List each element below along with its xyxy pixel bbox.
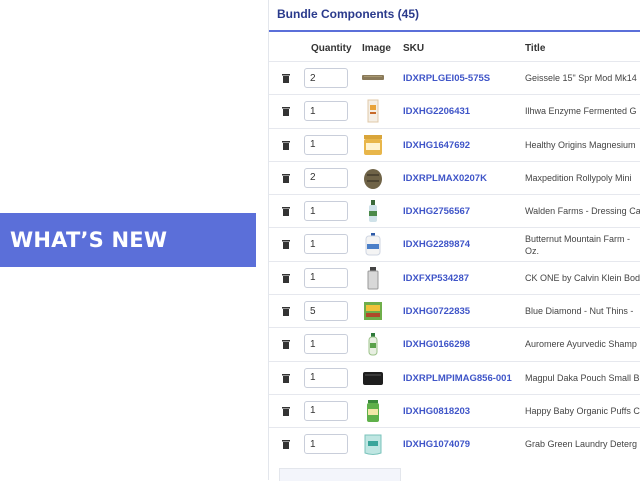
quantity-input[interactable] xyxy=(304,201,348,222)
sku-link[interactable]: IDXRPLMPIMAG856-001 xyxy=(403,373,512,384)
title-underline xyxy=(269,30,640,32)
trash-icon[interactable] xyxy=(282,140,290,150)
table-row: IDXRPLGEI05-575S Geissele 15" Spr Mod Mk… xyxy=(269,61,640,94)
quantity-input[interactable] xyxy=(304,101,348,122)
syrup-jug-icon xyxy=(365,233,381,256)
panel-footer-tab xyxy=(279,468,401,481)
dressing-bottle-icon xyxy=(369,200,377,223)
table-row: IDXFXP534287 CK ONE by Calvin Klein Bod xyxy=(269,260,640,294)
table-row: IDXHG2206431 Ilhwa Enzyme Fermented G xyxy=(269,94,640,127)
trash-icon[interactable] xyxy=(282,173,290,183)
components-table-body: IDXRPLGEI05-575S Geissele 15" Spr Mod Mk… xyxy=(269,61,640,461)
sku-link[interactable]: IDXHG1074079 xyxy=(403,439,470,450)
product-title: Happy Baby Organic Puffs C xyxy=(525,405,640,416)
quantity-input[interactable] xyxy=(304,234,348,255)
table-row: IDXHG1647692 Healthy Origins Magnesium xyxy=(269,127,640,161)
cracker-box-icon xyxy=(364,302,382,321)
trash-icon[interactable] xyxy=(282,74,290,83)
table-row: IDXRPLMPIMAG856-001 Magpul Daka Pouch Sm… xyxy=(269,360,640,394)
trash-icon[interactable] xyxy=(282,373,290,383)
trash-icon[interactable] xyxy=(282,207,290,217)
sku-link[interactable]: IDXRPLGEI05-575S xyxy=(403,73,490,84)
perfume-bottle-icon xyxy=(367,266,379,290)
sku-link[interactable]: IDXHG0818203 xyxy=(403,406,470,417)
column-header-title[interactable]: Title xyxy=(525,43,545,54)
product-title: Auromere Ayurvedic Shamp xyxy=(525,339,637,350)
table-row: IDXRPLMAX0207K Maxpedition Rollypoly Min… xyxy=(269,160,640,194)
table-row: IDXHG2756567 Walden Farms - Dressing Ca xyxy=(269,194,640,227)
table-row: IDXHG0166298 Auromere Ayurvedic Shamp xyxy=(269,327,640,360)
product-title: Magpul Daka Pouch Small B xyxy=(525,372,640,383)
quantity-input[interactable] xyxy=(304,400,348,421)
sku-link[interactable]: IDXHG2206431 xyxy=(403,106,470,117)
product-title: Butternut Mountain Farm - Oz. xyxy=(525,234,631,257)
supplement-box-icon xyxy=(367,99,379,123)
table-row: IDXHG1074079 Grab Green Laundry Deterg xyxy=(269,427,640,460)
product-title: CK ONE by Calvin Klein Bod xyxy=(525,272,640,283)
trash-icon[interactable] xyxy=(282,107,290,117)
trash-icon[interactable] xyxy=(282,440,290,450)
sku-link[interactable]: IDXRPLMAX0207K xyxy=(403,173,487,184)
product-title: Geissele 15" Spr Mod Mk14 xyxy=(525,73,637,83)
product-title: Walden Farms - Dressing Ca xyxy=(525,206,640,217)
sku-link[interactable]: IDXFXP534287 xyxy=(403,273,469,284)
panel-title: Bundle Components (45) xyxy=(277,7,420,21)
quantity-input[interactable] xyxy=(304,167,348,188)
bundle-components-panel: Bundle Components (45) Quantity Image SK… xyxy=(268,0,640,481)
quantity-input[interactable] xyxy=(304,267,348,288)
quantity-input[interactable] xyxy=(304,367,348,388)
trash-icon[interactable] xyxy=(282,240,290,250)
sku-link[interactable]: IDXHG2289874 xyxy=(403,239,470,250)
trash-icon[interactable] xyxy=(282,340,290,350)
sku-link[interactable]: IDXHG0722835 xyxy=(403,306,470,317)
pouch-icon xyxy=(364,168,382,189)
table-row: IDXHG2289874 Butternut Mountain Farm - O… xyxy=(269,227,640,260)
black-pouch-icon xyxy=(363,371,383,385)
whats-new-label: WHAT’S NEW xyxy=(10,228,168,252)
quantity-input[interactable] xyxy=(304,434,348,455)
product-title: Maxpedition Rollypoly Mini xyxy=(525,172,632,183)
product-title: Healthy Origins Magnesium xyxy=(525,139,636,150)
quantity-input[interactable] xyxy=(304,68,348,88)
product-title: Blue Diamond - Nut Thins - xyxy=(525,306,634,317)
supplement-jar-icon xyxy=(364,134,382,155)
trash-icon[interactable] xyxy=(282,307,290,317)
sku-link[interactable]: IDXHG1647692 xyxy=(403,140,470,151)
table-row: IDXHG0818203 Happy Baby Organic Puffs C xyxy=(269,393,640,427)
column-header-quantity[interactable]: Quantity xyxy=(311,43,352,54)
trash-icon[interactable] xyxy=(282,406,290,416)
shampoo-bottle-icon xyxy=(368,333,378,356)
rail-handguard-icon xyxy=(362,75,384,80)
whats-new-banner: WHAT’S NEW xyxy=(0,213,256,267)
detergent-bag-icon xyxy=(364,434,382,456)
table-row: IDXHG0722835 Blue Diamond - Nut Thins - xyxy=(269,294,640,327)
sku-link[interactable]: IDXHG2756567 xyxy=(403,206,470,217)
column-header-sku[interactable]: SKU xyxy=(403,43,424,54)
sku-link[interactable]: IDXHG0166298 xyxy=(403,339,470,350)
product-title: Grab Green Laundry Deterg xyxy=(525,439,638,450)
column-header-image[interactable]: Image xyxy=(362,43,391,54)
quantity-input[interactable] xyxy=(304,134,348,155)
quantity-input[interactable] xyxy=(304,301,348,322)
trash-icon[interactable] xyxy=(282,273,290,283)
puffs-canister-icon xyxy=(367,399,379,422)
table-header: Quantity Image SKU Title xyxy=(269,33,640,61)
quantity-input[interactable] xyxy=(304,334,348,355)
product-title: Ilhwa Enzyme Fermented G xyxy=(525,106,637,117)
